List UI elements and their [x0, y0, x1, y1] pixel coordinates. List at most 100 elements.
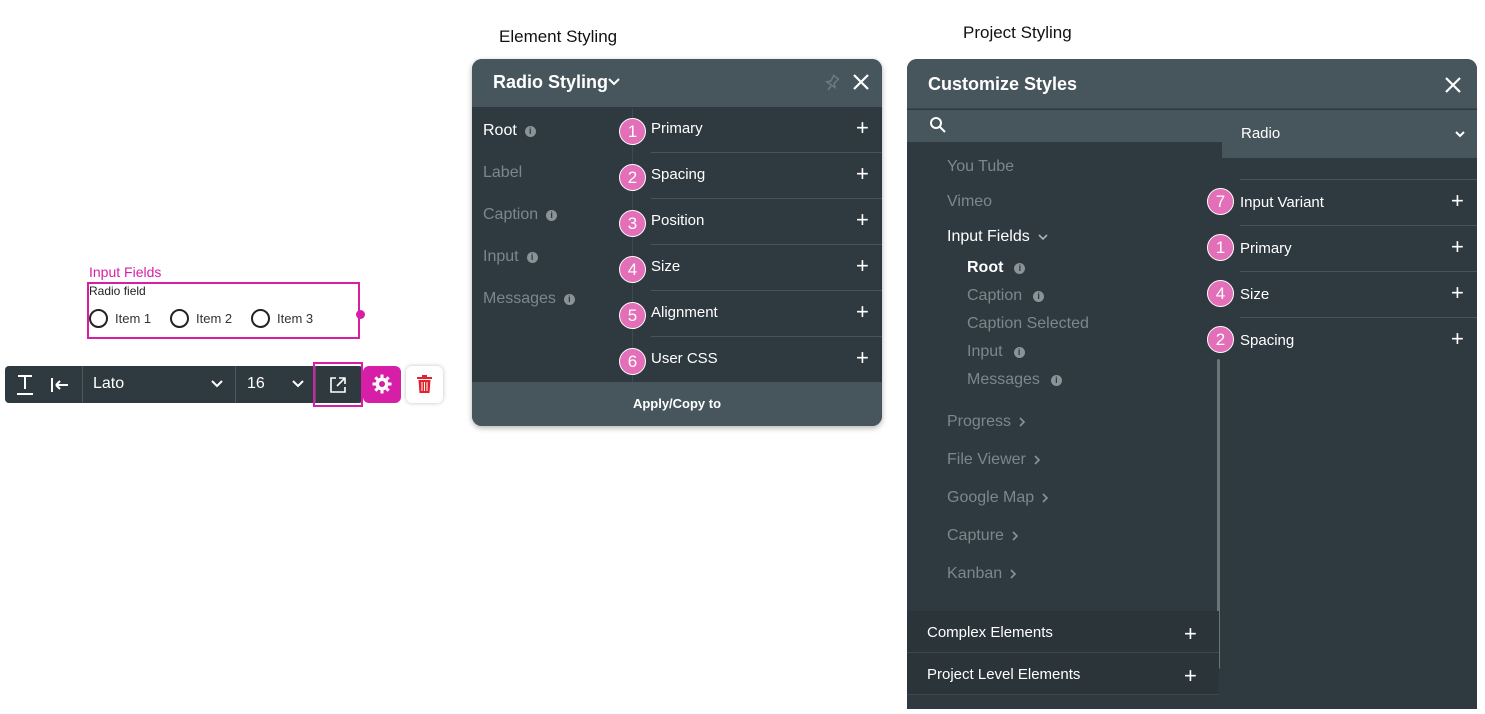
style-row-size[interactable]: Size + [1240, 271, 1477, 317]
gear-icon [372, 374, 392, 394]
step-badge: 4 [1207, 280, 1234, 307]
resize-handle[interactable] [356, 310, 365, 319]
plus-icon[interactable]: + [856, 209, 869, 231]
element-type-select[interactable]: Radio [1222, 110, 1477, 158]
plus-icon[interactable]: + [1451, 190, 1464, 212]
plus-icon[interactable]: + [1451, 328, 1464, 350]
settings-button[interactable] [363, 366, 401, 403]
list-item-root[interactable]: Root i [483, 122, 536, 140]
step-badge: 7 [1207, 188, 1234, 215]
radio-circle-icon[interactable] [251, 309, 270, 328]
tree-item-label: Messages [967, 371, 1040, 388]
format-toolbar: Lato 16 [5, 366, 363, 403]
chevron-down-icon[interactable] [291, 379, 305, 389]
panel-title: Customize Styles [928, 74, 1078, 94]
tree-item-google-map[interactable]: Google Map [947, 489, 1049, 507]
radio-field-title: Radio field [89, 284, 146, 298]
text-style-icon[interactable] [15, 374, 35, 396]
section-label: Complex Elements [927, 624, 1053, 641]
style-row-label: Primary [1240, 240, 1292, 257]
tree-item-caption[interactable]: Caption i [967, 287, 1045, 305]
trash-icon [417, 375, 432, 393]
radio-circle-icon[interactable] [89, 309, 108, 328]
list-item-label[interactable]: Label [483, 164, 522, 182]
search-input[interactable] [907, 110, 1222, 142]
style-row-position[interactable]: Position + [651, 199, 882, 245]
step-badge: 6 [619, 348, 646, 375]
tree-item-input[interactable]: Input i [967, 343, 1025, 361]
tree-item-you-tube[interactable]: You Tube [947, 158, 1014, 176]
tree-item-label: Progress [947, 413, 1012, 430]
apply-copy-button[interactable]: Apply/Copy to [472, 382, 882, 426]
close-icon[interactable] [1444, 76, 1462, 94]
style-row-primary[interactable]: Primary + [1240, 225, 1477, 271]
plus-icon[interactable]: + [856, 301, 869, 323]
plus-icon[interactable]: + [856, 117, 869, 139]
step-badge: 5 [619, 302, 646, 329]
radio-option-3[interactable]: Item 3 [251, 309, 313, 328]
list-item-caption[interactable]: Caption i [483, 206, 558, 224]
info-icon: i [526, 251, 538, 263]
pin-icon[interactable] [824, 74, 840, 92]
list-item-messages[interactable]: Messages i [483, 290, 575, 308]
open-styling-highlight [313, 362, 363, 407]
tree-item-file-viewer[interactable]: File Viewer [947, 451, 1041, 469]
tree-item-capture[interactable]: Capture [947, 527, 1019, 545]
search-icon [930, 117, 946, 133]
info-icon: i [546, 209, 558, 221]
plus-icon[interactable]: + [1184, 665, 1197, 687]
style-row-spacing[interactable]: Spacing + [1240, 317, 1477, 363]
section-project-level-elements[interactable]: Project Level Elements + [907, 653, 1219, 695]
info-icon: i [1033, 290, 1045, 302]
radio-circle-icon[interactable] [170, 309, 189, 328]
plus-icon[interactable]: + [1451, 236, 1464, 258]
style-row-label: Input Variant [1240, 194, 1324, 211]
input-fields-label: Input Fields [89, 264, 162, 280]
chevron-right-icon [1012, 531, 1019, 541]
radio-option-2[interactable]: Item 2 [170, 309, 232, 328]
style-row-label: Size [1240, 286, 1270, 303]
chevron-down-icon[interactable] [210, 379, 224, 389]
plus-icon[interactable]: + [856, 163, 869, 185]
font-size-select[interactable]: 16 [247, 375, 265, 393]
plus-icon[interactable]: + [1184, 623, 1197, 645]
tree-item-kanban[interactable]: Kanban [947, 565, 1017, 583]
step-badge: 4 [619, 256, 646, 283]
list-item-label: Label [483, 164, 523, 181]
step-badge: 2 [1207, 326, 1234, 353]
info-icon: i [524, 125, 536, 137]
plus-icon[interactable]: + [856, 347, 869, 369]
tree-item-label: Input Fields [947, 228, 1030, 245]
style-row-alignment[interactable]: Alignment + [651, 291, 882, 337]
plus-icon[interactable]: + [1451, 282, 1464, 304]
close-icon[interactable] [852, 73, 870, 91]
radio-option-label: Item 2 [196, 311, 233, 326]
style-row-input-variant[interactable]: Input Variant + [1240, 179, 1477, 225]
tree-item-root[interactable]: Root i [967, 259, 1026, 277]
tree-item-messages[interactable]: Messages i [967, 371, 1062, 389]
style-row-primary[interactable]: Primary + [651, 107, 882, 153]
tree-item-input-fields[interactable]: Input Fields [947, 228, 1049, 246]
list-item-input[interactable]: Input i [483, 248, 538, 266]
style-row-user-css[interactable]: User CSS + [651, 337, 882, 383]
style-row-spacing[interactable]: Spacing + [651, 153, 882, 199]
style-row-size[interactable]: Size + [651, 245, 882, 291]
tree-item-caption-selected[interactable]: Caption Selected [967, 315, 1089, 333]
tree-item-label: Google Map [947, 489, 1035, 506]
project-styling-heading: Project Styling [963, 23, 1072, 42]
delete-button[interactable] [406, 366, 443, 403]
step-badge: 2 [619, 164, 646, 191]
align-left-icon[interactable] [50, 376, 70, 394]
tree-item-label: Vimeo [947, 193, 993, 210]
radio-option-1[interactable]: Item 1 [89, 309, 151, 328]
tree-item-label: Root [967, 259, 1004, 276]
font-family-select[interactable]: Lato [93, 375, 124, 393]
section-complex-elements[interactable]: Complex Elements + [907, 611, 1219, 653]
plus-icon[interactable]: + [856, 255, 869, 277]
chevron-down-icon[interactable] [607, 77, 621, 87]
list-item-label: Input [483, 248, 519, 265]
tree-item-vimeo[interactable]: Vimeo [947, 193, 992, 211]
panel-title[interactable]: Radio Styling [493, 72, 608, 93]
style-row-label: Primary [651, 120, 703, 137]
tree-item-progress[interactable]: Progress [947, 413, 1026, 431]
